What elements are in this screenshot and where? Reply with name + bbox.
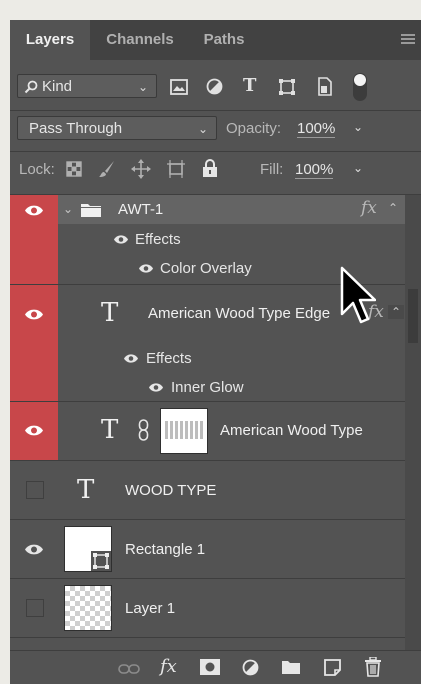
lock-position-icon[interactable] — [131, 159, 151, 179]
layer-header[interactable]: Rectangle 1 — [58, 520, 405, 578]
chevron-down-icon: ⌄ — [137, 80, 148, 94]
effect-item[interactable]: Inner Glow — [171, 379, 244, 396]
lock-transparent-pixels-icon[interactable] — [66, 161, 82, 177]
chevron-up-icon[interactable]: ⌃ — [388, 201, 398, 215]
effects-label[interactable]: Effects — [146, 350, 192, 367]
opacity-label: Opacity: — [226, 120, 282, 137]
search-icon — [24, 80, 38, 94]
mouse-cursor-icon — [340, 266, 376, 324]
chevron-down-icon[interactable]: ⌄ — [63, 202, 73, 216]
shape-layer-icon — [91, 551, 111, 571]
eye-icon[interactable] — [123, 353, 139, 364]
shape-filter-icon[interactable] — [278, 78, 296, 96]
layers-bottom-toolbar: fx — [10, 650, 421, 684]
image-filter-icon[interactable] — [170, 79, 188, 95]
lock-label: Lock: — [19, 161, 55, 178]
layer-name[interactable]: WOOD TYPE — [125, 482, 216, 499]
chevron-up-icon[interactable]: ⌃ — [388, 305, 405, 319]
layers-panel: Layers Channels Paths Kind ⌄ T Pass Thro… — [10, 20, 421, 684]
chevron-down-icon[interactable]: ⌄ — [353, 161, 363, 175]
link-layers-icon[interactable] — [118, 663, 140, 675]
layer-name[interactable]: Layer 1 — [125, 600, 175, 617]
kind-filter-label: Kind — [42, 78, 73, 95]
visibility-toggle[interactable] — [10, 285, 58, 401]
trash-icon[interactable] — [364, 657, 382, 677]
tab-channels[interactable]: Channels — [92, 20, 188, 60]
eye-icon — [25, 425, 43, 436]
visibility-toggle[interactable] — [10, 461, 58, 519]
layer-row-text[interactable]: T WOOD TYPE — [10, 461, 405, 519]
fx-icon[interactable]: fx — [361, 198, 377, 218]
layer-header[interactable]: ⌄ AWT-1 fx ⌃ — [58, 195, 405, 224]
chevron-down-icon: ⌄ — [197, 122, 208, 136]
panel-menu-icon[interactable] — [401, 34, 415, 46]
layer-header[interactable]: T American Wood Type — [58, 402, 405, 460]
eye-icon[interactable] — [138, 263, 154, 274]
layer-name[interactable]: Rectangle 1 — [125, 541, 205, 558]
layer-name[interactable]: American Wood Type Edge — [148, 305, 330, 322]
divider — [10, 110, 421, 111]
layer-name[interactable]: AWT-1 — [118, 201, 163, 218]
layer-row-pixel[interactable]: Layer 1 — [10, 579, 405, 637]
layer-effects: Effects Inner Glow — [58, 343, 405, 401]
new-layer-icon[interactable] — [324, 659, 341, 676]
tab-paths[interactable]: Paths — [188, 20, 260, 60]
divider — [10, 151, 421, 152]
layer-header[interactable]: T WOOD TYPE — [58, 461, 405, 519]
type-layer-icon: T — [77, 475, 95, 505]
scrollbar-thumb[interactable] — [408, 289, 418, 343]
visibility-toggle[interactable] — [10, 402, 58, 460]
fill-label: Fill: — [260, 161, 284, 178]
lock-image-pixels-icon[interactable] — [98, 160, 116, 178]
divider — [10, 637, 405, 638]
lock-artboard-icon[interactable] — [166, 159, 186, 179]
panel-tab-bar: Layers Channels Paths — [10, 20, 421, 60]
filter-toggle[interactable] — [353, 73, 367, 101]
fill-field[interactable]: 100% — [295, 161, 334, 179]
group-folder-icon[interactable] — [281, 659, 301, 675]
eye-icon — [25, 205, 43, 216]
eye-icon — [25, 544, 43, 555]
kind-filter-select[interactable]: Kind ⌄ — [17, 74, 157, 98]
folder-icon — [81, 204, 101, 217]
visibility-toggle[interactable] — [10, 520, 58, 578]
tab-layers[interactable]: Layers — [10, 20, 90, 60]
visibility-toggle[interactable] — [10, 579, 58, 637]
mask-icon[interactable] — [200, 659, 220, 675]
smart-object-filter-icon[interactable] — [317, 77, 333, 96]
type-filter-icon[interactable]: T — [243, 75, 256, 96]
effects-label[interactable]: Effects — [135, 231, 181, 248]
layer-mask-thumbnail[interactable] — [160, 408, 208, 454]
layers-scrollbar[interactable] — [405, 195, 421, 650]
adjustment-icon[interactable] — [242, 659, 259, 676]
blend-mode-select[interactable]: Pass Through ⌄ — [17, 116, 217, 140]
visibility-checkbox — [26, 599, 44, 617]
fx-icon[interactable]: fx — [160, 656, 177, 677]
visibility-checkbox — [26, 481, 44, 499]
chevron-down-icon[interactable]: ⌄ — [353, 120, 363, 134]
layer-thumbnail[interactable] — [64, 526, 112, 572]
adjustment-filter-icon[interactable] — [206, 78, 223, 95]
eye-icon[interactable] — [148, 382, 164, 393]
blend-mode-value: Pass Through — [29, 120, 123, 137]
eye-icon — [25, 309, 43, 320]
lock-all-icon[interactable] — [202, 159, 218, 178]
layer-row-text-linked[interactable]: T American Wood Type — [10, 402, 405, 460]
effect-item[interactable]: Color Overlay — [160, 260, 252, 277]
layer-thumbnail[interactable] — [64, 585, 112, 631]
layer-name[interactable]: American Wood Type — [220, 422, 363, 439]
type-layer-icon: T — [101, 298, 119, 328]
type-layer-icon: T — [101, 415, 119, 445]
visibility-toggle[interactable] — [10, 195, 58, 284]
layer-header[interactable]: Layer 1 — [58, 579, 405, 637]
eye-icon[interactable] — [113, 234, 129, 245]
layer-row-shape[interactable]: Rectangle 1 — [10, 520, 405, 578]
opacity-field[interactable]: 100% — [297, 120, 336, 138]
link-icon — [138, 419, 149, 441]
